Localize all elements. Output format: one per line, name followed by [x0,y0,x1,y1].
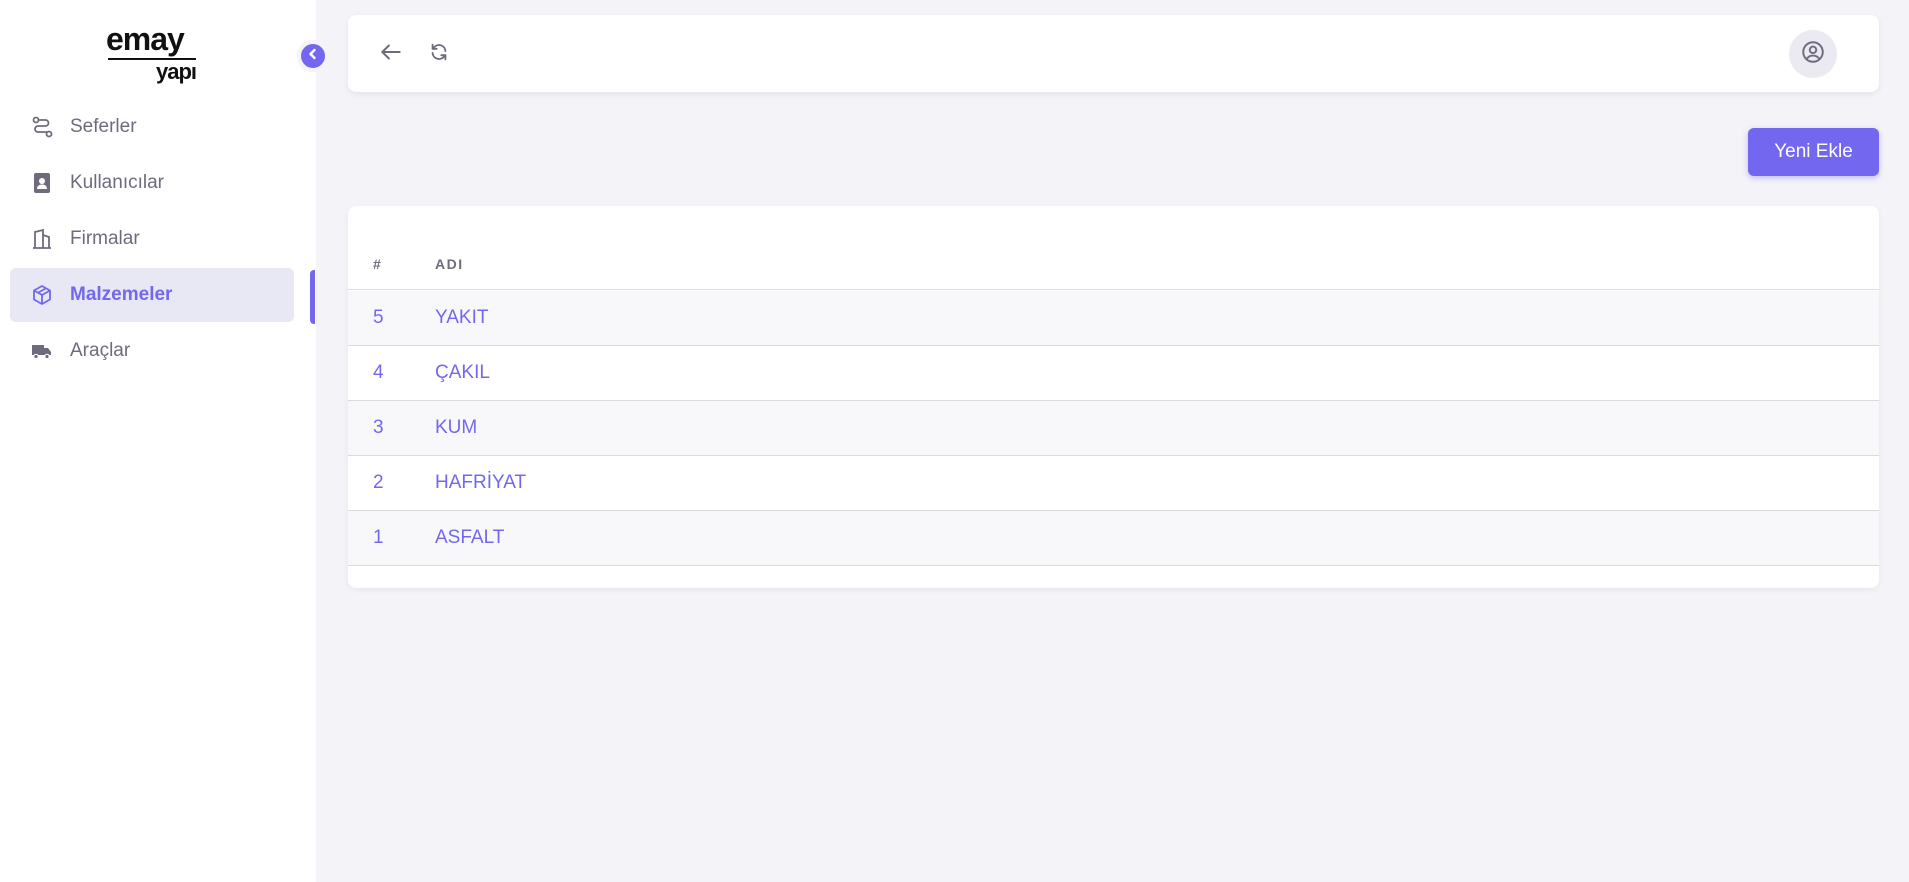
sidebar-item-label: Firmalar [70,228,140,249]
package-icon [30,283,54,307]
row-id: 5 [373,307,384,328]
column-header-id[interactable]: # [373,256,382,272]
table-row[interactable]: 4 ÇAKIL [348,346,1879,401]
row-name: YAKIT [435,307,489,328]
sidebar-item-firmalar[interactable]: Firmalar [10,212,294,266]
row-name: ÇAKIL [435,362,490,383]
table-row[interactable]: 3 KUM [348,401,1879,456]
brand-suffix: yapı [155,59,197,84]
refresh-icon [428,41,450,68]
user-avatar-button[interactable] [1789,30,1837,78]
sidebar-item-kullanicilar[interactable]: Kullanıcılar [10,156,294,210]
user-circle-icon [1800,39,1826,70]
sidebar-collapse-button[interactable] [297,40,329,72]
refresh-button[interactable] [425,40,453,68]
address-book-icon [30,171,54,195]
route-icon [30,115,54,139]
brand-name: emay [106,21,185,57]
sidebar-item-seferler[interactable]: Seferler [10,100,294,154]
table-row[interactable]: 2 HAFRİYAT [348,456,1879,511]
sidebar-nav: Seferler Kullanıcılar Firmalar Malzemele… [10,100,294,380]
brand-logo[interactable]: emay yapı [106,21,198,84]
sidebar: emay yapı Seferler Kullanıcılar Firmalar [0,0,316,882]
back-button[interactable] [377,40,405,68]
sidebar-item-malzemeler[interactable]: Malzemeler [10,268,294,322]
row-name: HAFRİYAT [435,472,527,493]
table-row[interactable]: 1 ASFALT [348,511,1879,566]
top-navbar [348,15,1879,92]
row-name: ASFALT [435,527,505,548]
column-header-name[interactable]: ADI [435,256,464,272]
chevron-left-icon [306,47,320,66]
sidebar-item-label: Malzemeler [70,284,173,305]
sidebar-item-araclar[interactable]: Araçlar [10,324,294,378]
building-icon [30,227,54,251]
table-row[interactable]: 5 YAKIT [348,291,1879,346]
truck-icon [30,339,54,363]
row-name: KUM [435,417,478,438]
row-id: 4 [373,362,384,383]
row-id: 1 [373,527,384,548]
table-header: # ADI [348,236,1879,290]
sidebar-item-label: Araçlar [70,340,131,361]
materials-table-card: # ADI 5 YAKIT 4 ÇAKIL 3 KUM 2 HAFRİYAT 1… [348,206,1879,588]
row-id: 3 [373,417,384,438]
row-id: 2 [373,472,384,493]
sidebar-item-label: Kullanıcılar [70,172,164,193]
arrow-left-icon [378,39,404,70]
add-new-button[interactable]: Yeni Ekle [1748,128,1879,176]
sidebar-item-label: Seferler [70,116,137,137]
active-nav-indicator [310,270,315,324]
